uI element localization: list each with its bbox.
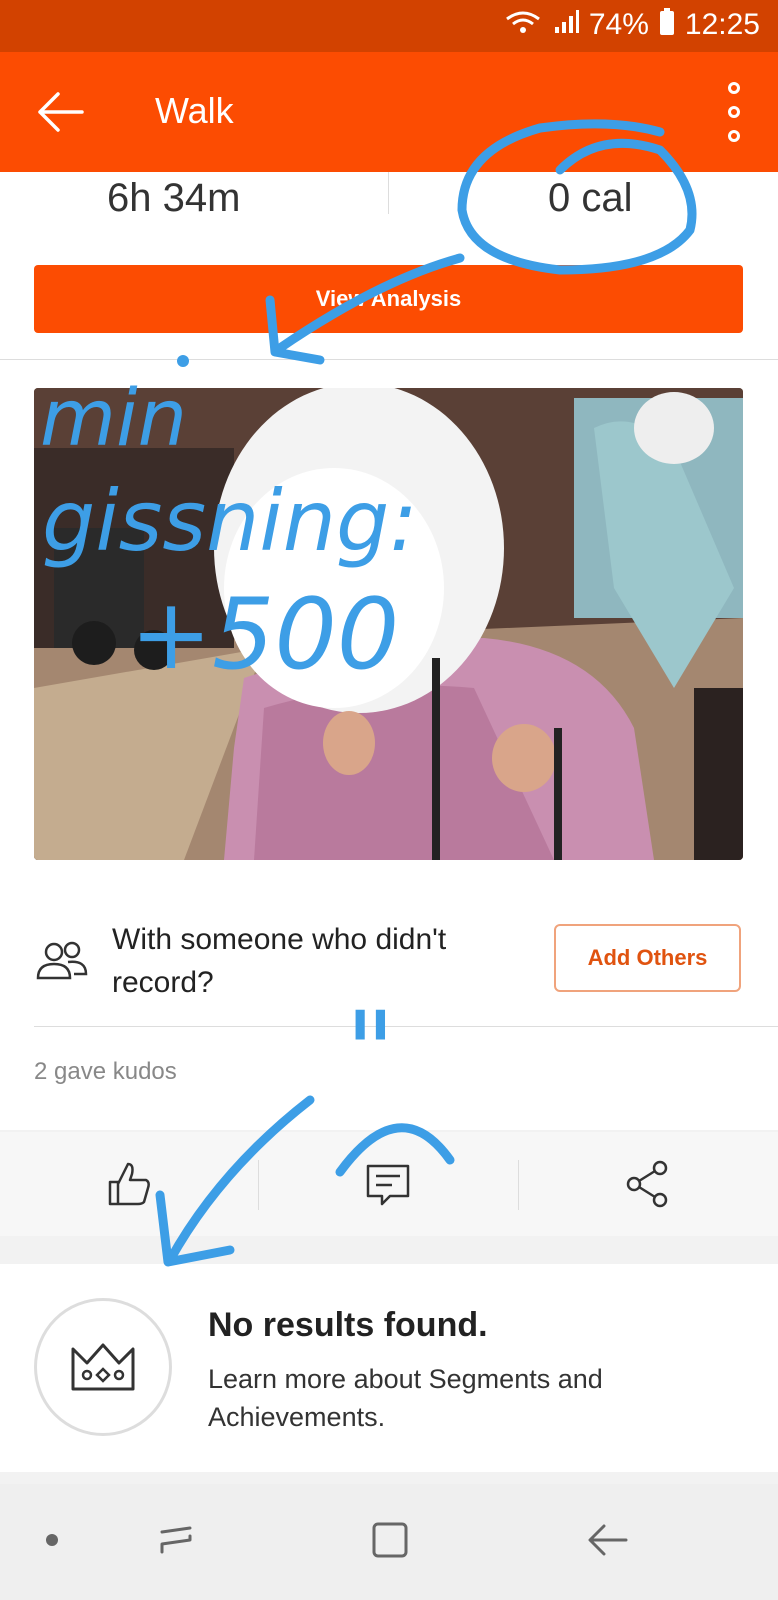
people-icon [36,940,88,984]
status-bar: 74% 12:25 [0,0,778,52]
page-title: Walk [155,90,234,131]
no-results-title: No results found. [208,1306,488,1344]
app-bar: Walk [0,52,778,172]
home-icon[interactable] [364,1514,416,1566]
back-arrow-icon[interactable] [32,84,88,140]
stats-divider [388,172,389,214]
clock: 12:25 [684,8,760,41]
back-icon[interactable] [582,1514,634,1566]
comment-icon[interactable] [362,1158,414,1210]
calories-value: 0 cal [548,176,633,220]
overflow-menu-icon[interactable] [724,82,744,142]
activity-photo[interactable] [34,388,743,860]
wifi-icon [503,9,543,41]
duration-value: 6h 34m [107,176,241,220]
kudos-thumbs-up-icon[interactable] [104,1158,156,1210]
action-divider [518,1160,519,1210]
segments-card: No results found. Learn more about Segme… [0,1264,778,1472]
battery-percent: 74% [588,8,649,41]
kudos-count[interactable]: 2 gave kudos [34,1058,177,1086]
signal-icon [553,9,579,41]
segments-learn-more[interactable]: Learn more about Segments and Achievemen… [208,1360,678,1436]
group-card: With someone who didn't record? Add Othe… [0,888,778,1130]
action-divider [258,1160,259,1210]
action-bar [0,1132,778,1236]
add-others-button[interactable]: Add Others [554,924,741,992]
crown-icon [34,1298,172,1436]
recent-apps-icon[interactable] [150,1514,202,1566]
divider [34,1026,778,1027]
share-icon[interactable] [622,1158,674,1210]
view-analysis-button[interactable]: View Analysis [34,265,743,333]
record-together-prompt: With someone who didn't record? [112,923,447,999]
stats-card: 6h 34m 0 cal View Analysis [0,172,778,360]
system-nav-bar [0,1484,778,1600]
photo-card [0,360,778,888]
dot-icon[interactable] [26,1514,78,1566]
battery-icon [659,8,675,42]
